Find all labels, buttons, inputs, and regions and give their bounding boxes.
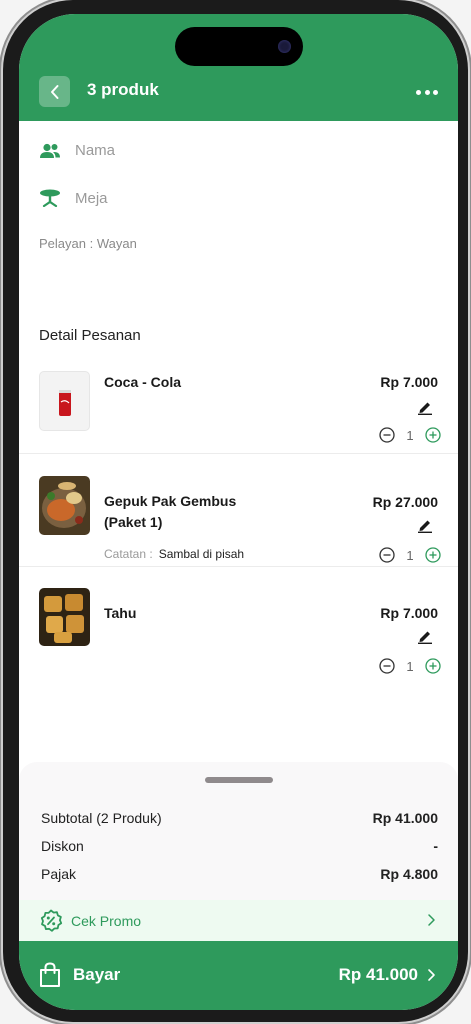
pay-total: Rp 41.000 bbox=[338, 965, 418, 984]
users-icon bbox=[40, 143, 60, 158]
app-screen: 3 produk Nama Meja Pelayan: Wayan Detai… bbox=[19, 14, 458, 1010]
table-icon bbox=[40, 189, 60, 207]
discount-label: Diskon bbox=[41, 838, 84, 854]
note-value: Sambal di pisah bbox=[158, 547, 245, 561]
quantity-value: 1 bbox=[406, 547, 414, 563]
promo-label: Cek Promo bbox=[71, 912, 142, 929]
order-item: Coca - Cola Rp 7.000 1 bbox=[19, 362, 458, 454]
subtotal-value: Rp 41.000 bbox=[372, 810, 438, 826]
subtotal-label: Subtotal (2 Produk) bbox=[41, 810, 162, 826]
more-dot-icon bbox=[416, 89, 421, 95]
coca-cola-image bbox=[39, 371, 90, 431]
discount-value: - bbox=[433, 838, 438, 854]
item-price: Rp 7.000 bbox=[380, 605, 438, 621]
waiter-colon: : bbox=[89, 236, 97, 251]
subtotal-row: Subtotal (2 Produk) Rp 41.000 bbox=[41, 810, 438, 826]
more-dot-icon bbox=[433, 89, 438, 95]
edit-icon[interactable] bbox=[418, 400, 432, 415]
note-label: Catatan bbox=[104, 547, 147, 561]
item-name-line1: Gepuk Pak Gembus bbox=[104, 493, 237, 509]
tax-value: Rp 4.800 bbox=[380, 866, 438, 882]
minus-button[interactable] bbox=[379, 547, 395, 563]
item-name-line2: (Paket 1) bbox=[104, 514, 163, 530]
page-title: 3 produk bbox=[87, 80, 159, 99]
order-item: Tahu Rp 7.000 1 bbox=[19, 567, 458, 677]
tax-row: Pajak Rp 4.800 bbox=[41, 866, 438, 882]
table-field[interactable]: Meja bbox=[39, 189, 108, 207]
item-name: Tahu bbox=[104, 605, 137, 621]
top-bar: 3 produk bbox=[19, 14, 458, 121]
waiter-name: Wayan bbox=[96, 236, 137, 251]
discount-badge-icon bbox=[40, 909, 63, 932]
edit-icon[interactable] bbox=[418, 518, 432, 533]
item-note: Catatan : Sambal di pisah bbox=[104, 547, 244, 561]
discount-row: Diskon - bbox=[41, 838, 438, 854]
minus-button[interactable] bbox=[379, 658, 395, 674]
shopping-bag-icon bbox=[40, 962, 60, 987]
check-promo-button[interactable]: Cek Promo bbox=[19, 900, 458, 941]
phone-frame: 3 produk Nama Meja Pelayan: Wayan Detai… bbox=[3, 0, 468, 1022]
food-photo bbox=[39, 476, 90, 535]
food-photo bbox=[39, 588, 90, 646]
tax-label: Pajak bbox=[41, 866, 77, 882]
chevron-right-icon bbox=[428, 969, 435, 981]
item-price: Rp 7.000 bbox=[380, 374, 438, 390]
item-name: Gepuk Pak Gembus (Paket 1) bbox=[104, 491, 236, 533]
quantity-value: 1 bbox=[406, 427, 414, 443]
plus-button[interactable] bbox=[425, 427, 441, 443]
camera-icon bbox=[278, 40, 291, 53]
can-image bbox=[59, 390, 71, 416]
quantity-value: 1 bbox=[406, 658, 414, 674]
chevron-right-icon bbox=[428, 914, 435, 926]
more-options-button[interactable] bbox=[416, 82, 438, 102]
chevron-left-icon bbox=[50, 84, 58, 99]
gepuk-image bbox=[39, 476, 90, 535]
quantity-stepper: 1 bbox=[379, 547, 441, 563]
tahu-image bbox=[39, 588, 90, 646]
drag-handle[interactable] bbox=[205, 777, 273, 783]
name-field-placeholder: Nama bbox=[75, 142, 116, 159]
minus-button[interactable] bbox=[379, 427, 395, 443]
table-field-placeholder: Meja bbox=[75, 189, 108, 207]
dynamic-island bbox=[175, 27, 303, 66]
back-button[interactable] bbox=[39, 76, 70, 107]
edit-icon[interactable] bbox=[418, 629, 432, 644]
plus-button[interactable] bbox=[425, 658, 441, 674]
more-dot-icon bbox=[424, 89, 430, 95]
item-name: Coca - Cola bbox=[104, 374, 182, 390]
note-colon: : bbox=[146, 547, 153, 561]
quantity-stepper: 1 bbox=[379, 658, 441, 674]
pay-button[interactable]: Bayar Rp 41.000 bbox=[19, 941, 458, 1010]
order-item: Gepuk Pak Gembus (Paket 1) Catatan : Samb… bbox=[19, 454, 458, 567]
plus-button[interactable] bbox=[425, 547, 441, 563]
waiter-info: Pelayan : Wayan bbox=[39, 236, 137, 251]
item-price: Rp 27.000 bbox=[372, 494, 438, 510]
waiter-label: Pelayan bbox=[39, 236, 86, 251]
quantity-stepper: 1 bbox=[379, 427, 441, 443]
pay-label: Bayar bbox=[73, 965, 121, 984]
name-field[interactable]: Nama bbox=[39, 142, 115, 159]
order-detail-title: Detail Pesanan bbox=[39, 327, 141, 344]
